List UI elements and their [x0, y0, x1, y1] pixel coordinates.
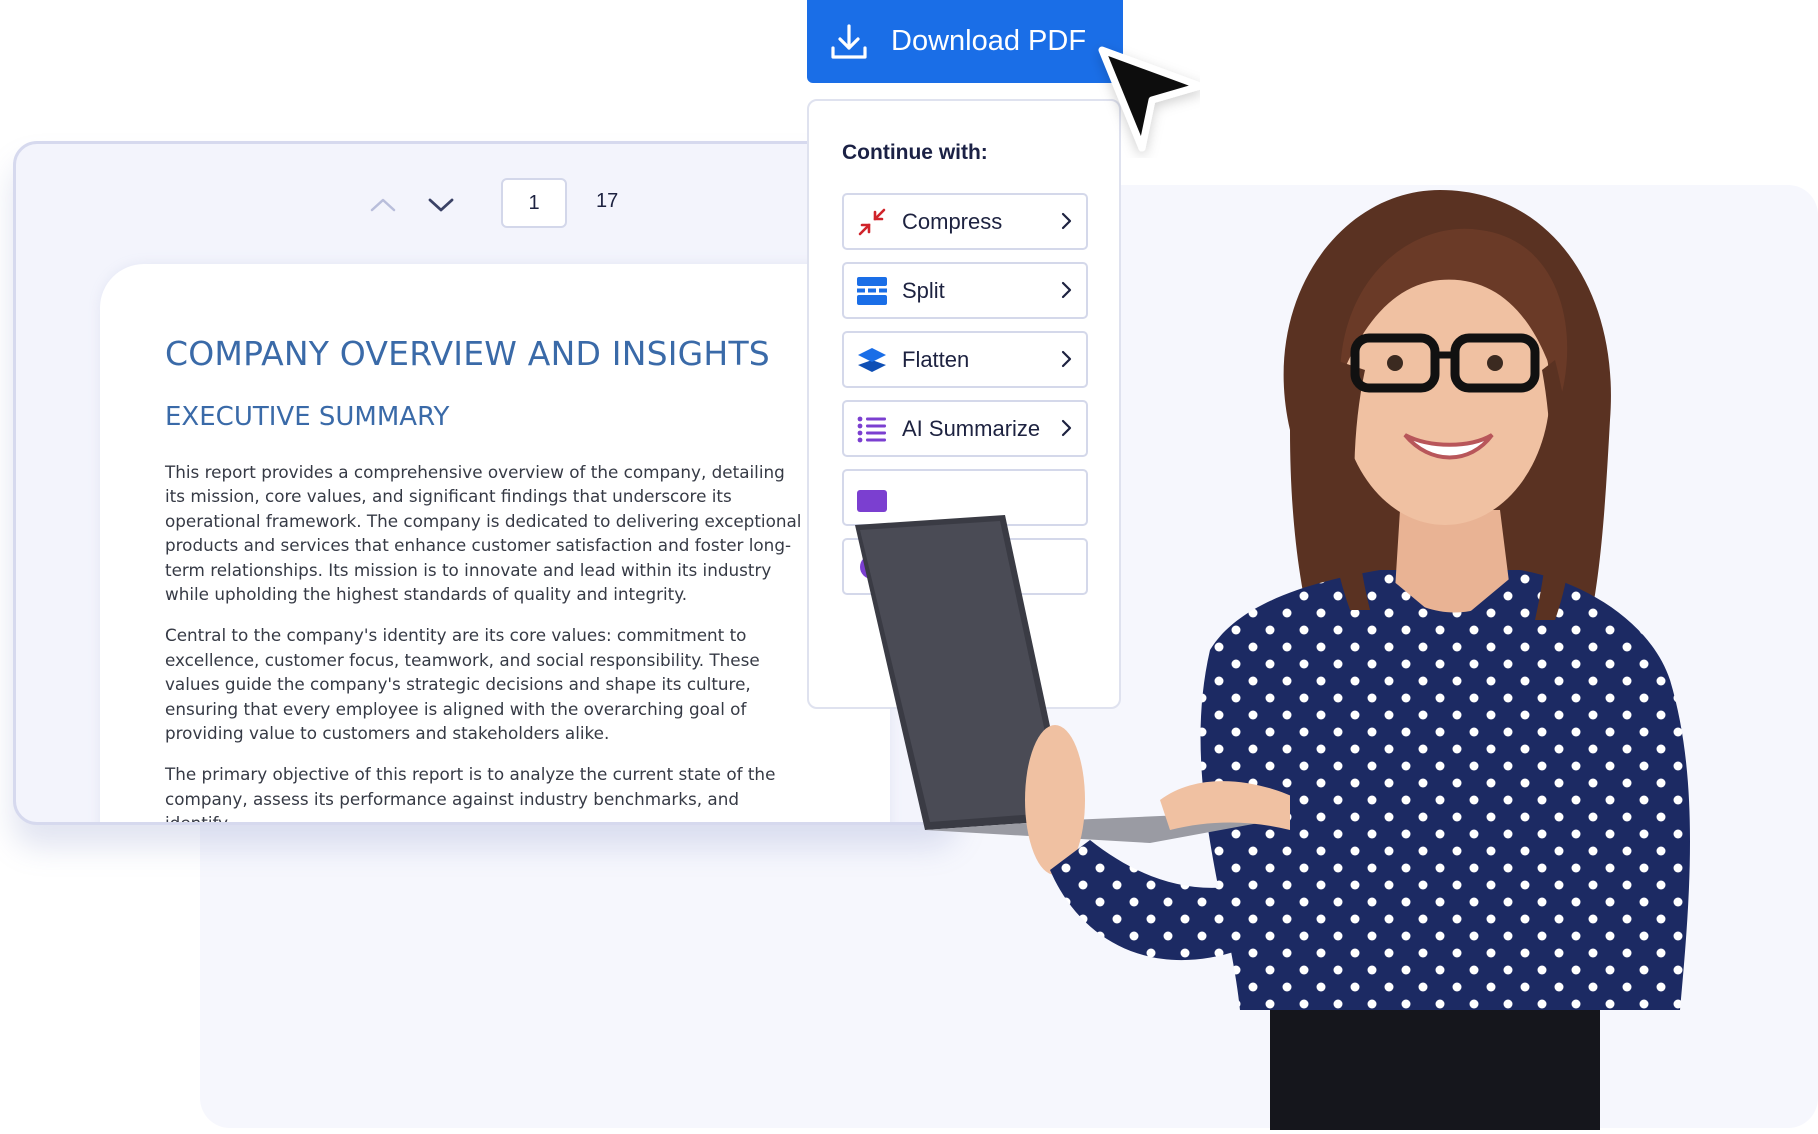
page-number-input[interactable]: 1 [501, 178, 567, 228]
continue-title: Continue with: [842, 141, 988, 164]
total-pages: 17 [596, 190, 619, 212]
document-title: COMPANY OVERVIEW AND INSIGHTS [165, 334, 770, 373]
document-page: COMPANY OVERVIEW AND INSIGHTS EXECUTIVE … [100, 264, 890, 825]
document-body: This report provides a comprehensive ove… [165, 460, 805, 825]
download-button-label: Download PDF [891, 25, 1087, 57]
mouse-cursor-icon [1090, 38, 1204, 162]
document-paragraph: This report provides a comprehensive ove… [165, 462, 802, 605]
next-page-button[interactable] [424, 190, 458, 220]
chevron-down-icon [428, 198, 454, 212]
document-paragraph: The primary objective of this report is … [165, 764, 776, 825]
download-pdf-button[interactable]: Download PDF [807, 0, 1123, 83]
previous-page-button[interactable] [366, 190, 400, 220]
woman-with-laptop-image [820, 180, 1818, 1130]
document-subtitle: EXECUTIVE SUMMARY [165, 402, 450, 432]
document-paragraph: Central to the company's identity are it… [165, 625, 760, 744]
chevron-up-icon [370, 198, 396, 212]
download-icon [831, 23, 867, 59]
